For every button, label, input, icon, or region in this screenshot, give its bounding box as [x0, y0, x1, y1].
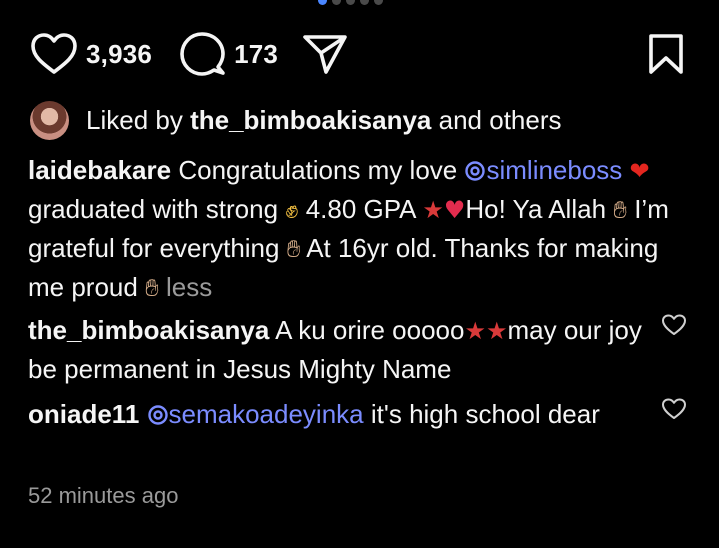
- dancer-emoji: ★︎: [422, 196, 444, 224]
- comment-item: the_bimboakisanya A ku orire ooooo★︎★︎ma…: [28, 311, 648, 388]
- threads-at-icon: [147, 405, 168, 425]
- red-heart-emoji: ❤︎: [629, 157, 650, 185]
- comment-username[interactable]: the_bimboakisanya: [28, 315, 269, 345]
- less-link[interactable]: less: [166, 272, 212, 302]
- liked-by-text: Liked by the_bimboakisanya and others: [86, 105, 562, 136]
- post-action-bar: 3,936 173: [30, 28, 685, 80]
- heart-outline-icon: [31, 33, 77, 74]
- carousel-dot-active: [318, 0, 327, 5]
- save-button[interactable]: [647, 32, 685, 76]
- kiss-mark-emoji: ♥︎: [443, 196, 466, 224]
- comment-mention-name: semakoadeyinka: [168, 399, 364, 429]
- threads-at-icon: [465, 161, 486, 181]
- dancer-emoji: ★︎: [464, 317, 486, 345]
- carousel-dot: [360, 0, 369, 5]
- carousel-indicator: [318, 0, 383, 5]
- caption-text: Ho! Ya Allah: [465, 194, 607, 224]
- comment-text: it's high school dear: [370, 399, 600, 429]
- share-button[interactable]: [302, 32, 348, 76]
- caption-text: 4.80 GPA: [305, 194, 416, 224]
- caption-mention[interactable]: simlineboss: [464, 155, 622, 185]
- carousel-dot: [374, 0, 383, 5]
- caption-text: Congratulations my love: [178, 155, 458, 185]
- folded-hands-emoji: ✋︎: [286, 235, 301, 263]
- comment-button[interactable]: 173: [178, 30, 278, 78]
- post-timestamp: 52 minutes ago: [28, 483, 179, 508]
- post-caption: laidebakare Congratulations my love siml…: [28, 151, 698, 307]
- like-button[interactable]: 3,936: [30, 32, 152, 76]
- liked-by-suffix[interactable]: and others: [439, 105, 562, 135]
- liked-by-row[interactable]: Liked by the_bimboakisanya and others: [30, 101, 562, 140]
- comment-like-icon[interactable]: [661, 313, 687, 337]
- comment-mention[interactable]: semakoadeyinka: [147, 399, 364, 429]
- comment-bubble-icon: [180, 32, 225, 76]
- flexed-biceps-emoji: ✊︎: [285, 196, 299, 224]
- caption-username[interactable]: laidebakare: [28, 155, 171, 185]
- folded-hands-emoji: ✋︎: [613, 196, 627, 224]
- caption-text: graduated with strong: [28, 194, 279, 224]
- carousel-dot: [346, 0, 355, 5]
- comment-like-icon[interactable]: [661, 397, 687, 421]
- comment-item: oniade11 semakoadeyinka it's high school…: [28, 395, 648, 433]
- caption-mention-name: simlineboss: [486, 155, 623, 185]
- bookmark-icon: [649, 34, 683, 74]
- paper-plane-icon: [303, 35, 347, 74]
- folded-hands-emoji: ✋︎: [145, 274, 159, 302]
- like-count: 3,936: [86, 38, 153, 69]
- comment-username[interactable]: oniade11: [28, 399, 139, 429]
- carousel-dot: [332, 0, 341, 5]
- comment-count: 173: [234, 38, 279, 69]
- liked-by-user[interactable]: the_bimboakisanya: [190, 105, 431, 135]
- liked-by-prefix: Liked by: [86, 105, 183, 135]
- comment-text: A ku orire ooooo: [275, 315, 465, 345]
- dancer-emoji: ★︎: [485, 317, 508, 345]
- avatar[interactable]: [30, 101, 69, 140]
